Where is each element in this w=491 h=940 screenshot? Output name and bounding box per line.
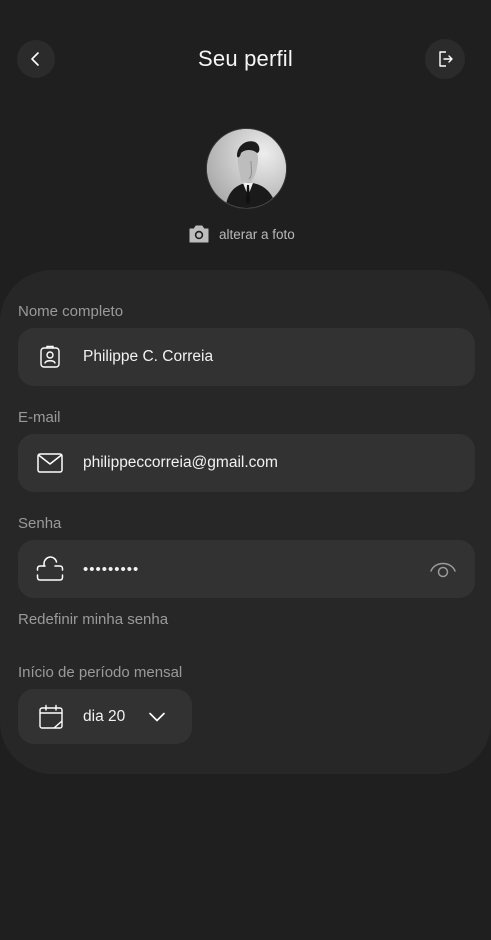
id-badge-icon: [36, 343, 64, 371]
email-label: E-mail: [18, 409, 61, 426]
email-value: philippeccorreia@gmail.com: [83, 454, 278, 471]
password-label: Senha: [18, 515, 62, 532]
name-value: Philippe C. Correia: [83, 348, 214, 365]
header: Seu perfil: [0, 38, 491, 80]
logout-icon: [439, 51, 453, 67]
calendar-icon: [37, 703, 65, 731]
camera-icon: [189, 225, 209, 243]
email-field[interactable]: philippeccorreia@gmail.com: [18, 434, 475, 492]
page-title: Seu perfil: [198, 46, 293, 71]
password-value: •••••••••: [83, 560, 140, 578]
eye-icon[interactable]: [429, 557, 457, 581]
password-field[interactable]: •••••••••: [18, 540, 475, 598]
period-select[interactable]: dia 20: [18, 689, 192, 744]
mail-icon: [36, 449, 64, 477]
change-photo-label: alterar a foto: [219, 226, 295, 242]
avatar-image: [207, 129, 286, 208]
name-label: Nome completo: [18, 303, 124, 320]
period-value: dia 20: [83, 707, 126, 725]
lock-icon: [36, 555, 64, 583]
change-photo-button[interactable]: alterar a foto: [188, 222, 295, 246]
name-field[interactable]: Philippe C. Correia: [18, 328, 475, 386]
period-label: Início de período mensal: [18, 664, 183, 681]
avatar[interactable]: [206, 128, 287, 209]
logout-button[interactable]: [425, 39, 465, 79]
reset-password-link[interactable]: Redefinir minha senha: [18, 611, 168, 628]
chevron-down-icon: [149, 712, 166, 722]
